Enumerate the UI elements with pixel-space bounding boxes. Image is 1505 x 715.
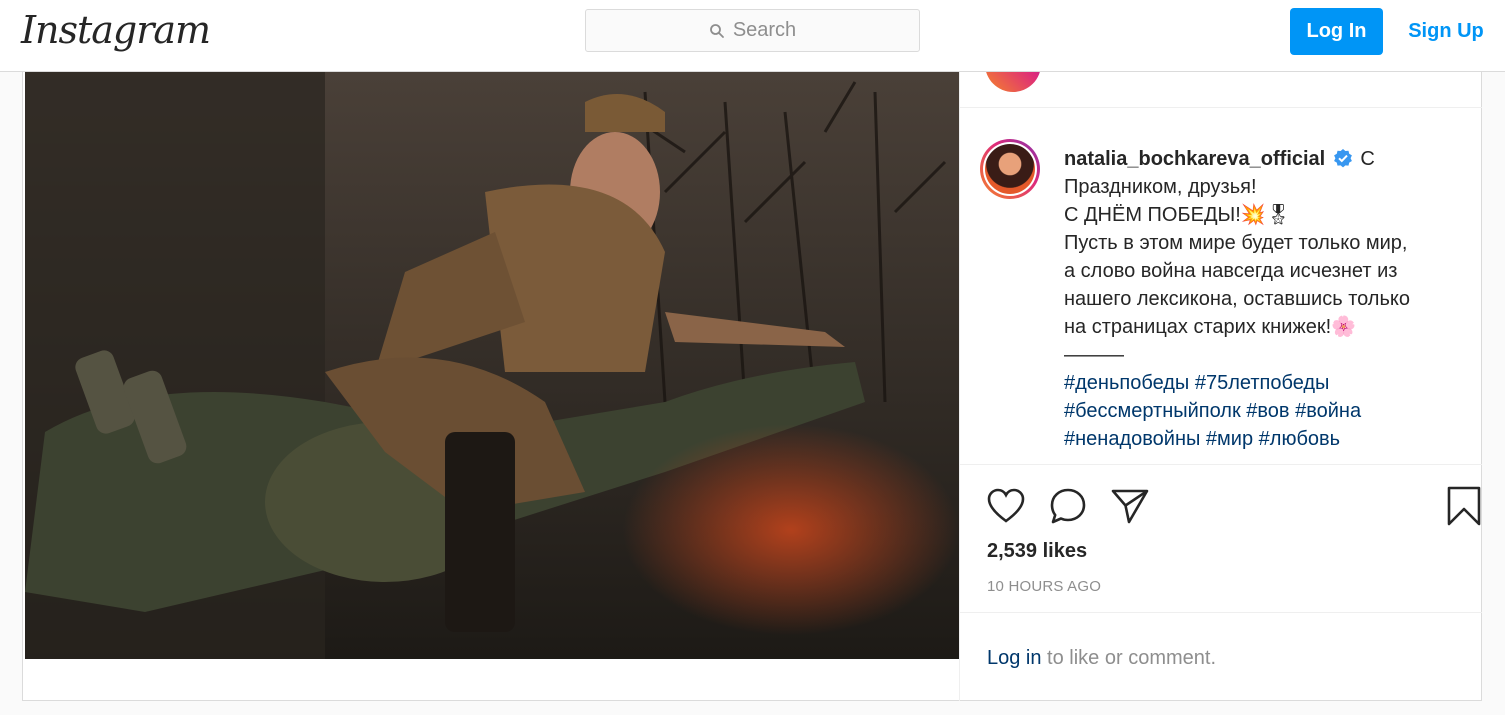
- likes-count[interactable]: 2,539 likes: [987, 540, 1087, 563]
- caption-line: на страницах старих книжек!🌸: [1064, 316, 1357, 338]
- post-card: natalia_bochkareva_official С Праздником…: [22, 72, 1482, 701]
- post-actions: 2,539 likes 10 HOURS AGO: [960, 466, 1482, 613]
- caption-text: natalia_bochkareva_official С Праздником…: [1064, 145, 1464, 453]
- search-icon: [709, 23, 724, 38]
- caption-line: а слово война навсегда исчезнет из: [1064, 260, 1398, 282]
- heart-icon: [987, 488, 1025, 523]
- caption-line: С: [1360, 148, 1375, 170]
- sign-up-button[interactable]: Sign Up: [1400, 8, 1492, 55]
- comment-button[interactable]: [1048, 486, 1088, 526]
- caption-line: нашего лексикона, оставшись только: [1064, 288, 1410, 310]
- comment-section: Log in to like or comment.: [960, 614, 1482, 701]
- caption-line: Праздником, друзья!: [1064, 176, 1257, 198]
- login-to-comment-prompt: Log in to like or comment.: [987, 647, 1216, 670]
- search-input[interactable]: Search: [585, 9, 920, 52]
- post-timestamp[interactable]: 10 HOURS AGO: [987, 578, 1101, 595]
- comment-icon: [1050, 488, 1086, 524]
- save-button[interactable]: [1444, 486, 1484, 526]
- hashtag-line[interactable]: #бессмертныйполк #вов #война: [1064, 397, 1464, 425]
- author-username[interactable]: natalia_bochkareva_official: [1064, 148, 1325, 170]
- author-avatar[interactable]: [980, 139, 1040, 199]
- share-icon: [1111, 489, 1149, 524]
- like-button[interactable]: [986, 486, 1026, 526]
- caption-line: С ДНЁМ ПОБЕДЫ!💥🎖: [1064, 204, 1292, 226]
- comment-prompt-text: to like or comment.: [1041, 647, 1217, 669]
- search-placeholder: Search: [732, 19, 797, 41]
- caption-line: Пусть в этом мире будет только мир,: [1064, 232, 1408, 254]
- log-in-link[interactable]: Log in: [987, 647, 1042, 669]
- post-photo-image: [25, 72, 959, 659]
- hashtag-line[interactable]: #деньпобеды #75летпобеды: [1064, 369, 1464, 397]
- hashtag-line[interactable]: #ненадовойны #мир #любовь: [1064, 425, 1464, 453]
- share-button[interactable]: [1110, 486, 1150, 526]
- instagram-logo[interactable]: Instagram: [21, 8, 211, 52]
- log-in-button[interactable]: Log In: [1290, 8, 1383, 55]
- header-avatar[interactable]: [985, 72, 1041, 92]
- top-navigation-bar: Instagram Search Log In Sign Up: [0, 0, 1505, 72]
- post-sidebar: natalia_bochkareva_official С Праздником…: [959, 72, 1482, 701]
- post-caption: natalia_bochkareva_official С Праздником…: [960, 109, 1482, 465]
- verified-badge-icon: [1333, 149, 1352, 168]
- post-photo[interactable]: [25, 72, 959, 659]
- post-header: [960, 72, 1482, 108]
- caption-divider: ———: [1064, 344, 1124, 366]
- bookmark-icon: [1447, 486, 1481, 526]
